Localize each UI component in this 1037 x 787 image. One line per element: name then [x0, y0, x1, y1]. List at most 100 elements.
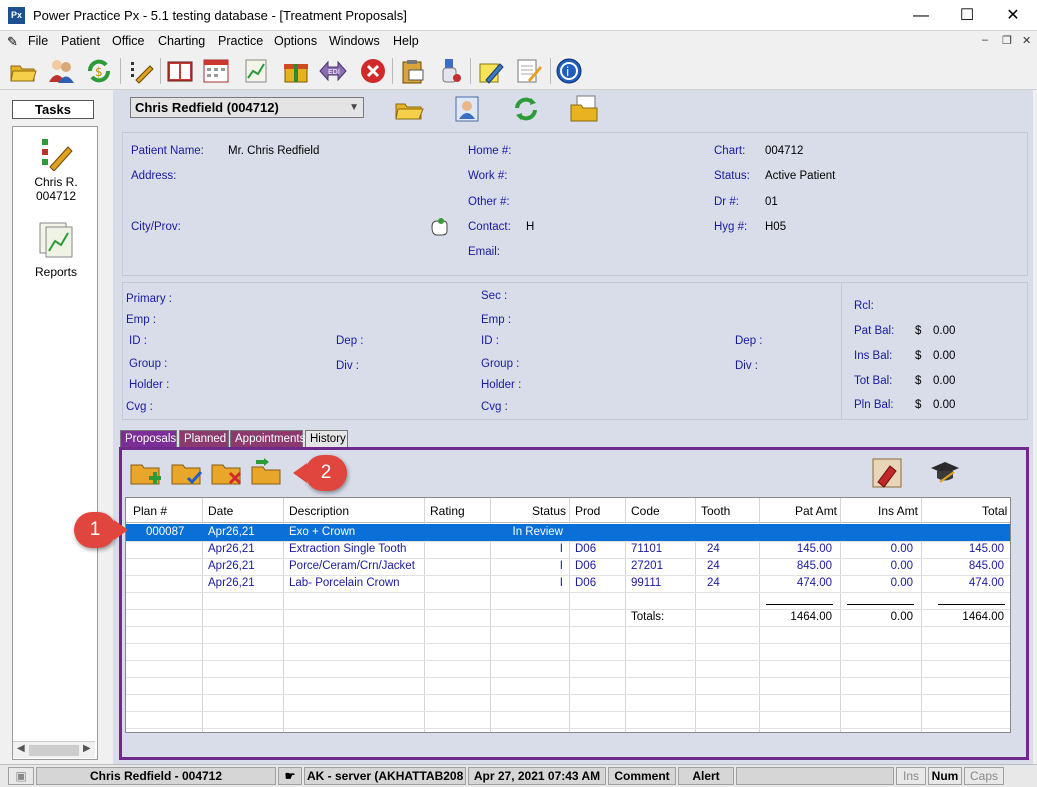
task-patient[interactable]: Chris R. 004712	[13, 135, 99, 203]
task-patient-name: Chris R.	[34, 175, 78, 189]
patient-selector[interactable]: Chris Redfield (004712) ▼	[130, 97, 364, 118]
chevron-down-icon: ▼	[349, 102, 359, 113]
mdi-restore-button[interactable]: ❐	[1002, 34, 1012, 47]
address-label: Address:	[131, 170, 177, 182]
camera-icon[interactable]: ▣	[8, 767, 34, 785]
menu-windows[interactable]: Windows	[329, 34, 380, 48]
add-proposal-folder-icon[interactable]	[129, 456, 163, 490]
col-code[interactable]: Code	[631, 504, 660, 518]
table-row[interactable]: Apr26,21 Extraction Single Tooth I D06 7…	[126, 541, 1010, 558]
open-folder-icon[interactable]	[393, 94, 425, 124]
other-phone-label: Other #:	[468, 196, 510, 208]
title-bar: Px Power Practice Px - 5.1 testing datab…	[0, 0, 1037, 31]
scroll-left-icon[interactable]: ◀	[17, 743, 25, 754]
notepad-icon[interactable]	[514, 56, 544, 86]
patients-icon[interactable]	[46, 56, 76, 86]
close-button[interactable]: ✕	[990, 0, 1036, 31]
graduation-cap-icon[interactable]	[928, 456, 962, 490]
menu-practice[interactable]: Practice	[218, 34, 263, 48]
document-pen-icon[interactable]: ✎	[7, 34, 18, 50]
tab-planned[interactable]: Planned	[179, 430, 229, 448]
sec-cvg-label: Cvg :	[481, 401, 508, 413]
table-row[interactable]: Apr26,21 Porce/Ceram/Crn/Jacket I D06 27…	[126, 558, 1010, 575]
col-date[interactable]: Date	[208, 504, 233, 518]
cell-description: Lab- Porcelain Crown	[289, 577, 400, 589]
status-alert[interactable]: Alert	[678, 767, 734, 785]
col-description[interactable]: Description	[289, 504, 349, 518]
col-tooth[interactable]: Tooth	[701, 504, 730, 518]
status-hand-icon: ☛	[278, 767, 302, 785]
edi-icon[interactable]: EDI	[318, 56, 348, 86]
patient-selector-value: Chris Redfield (004712)	[135, 100, 279, 115]
gift-box-icon[interactable]	[281, 56, 311, 86]
delete-proposal-folder-icon[interactable]	[210, 456, 244, 490]
calendar-icon[interactable]	[201, 56, 231, 86]
col-pat-amt[interactable]: Pat Amt	[795, 504, 837, 518]
scroll-thumb[interactable]	[29, 745, 79, 756]
tab-appointments[interactable]: Appointments	[230, 430, 305, 448]
status-bar: ▣ Chris Redfield - 004712 ☛ AK - server …	[0, 764, 1037, 787]
open-folder-icon[interactable]	[8, 56, 38, 86]
menu-file[interactable]: File	[28, 34, 48, 48]
tasks-scrollbar[interactable]: ◀ ▶	[13, 741, 95, 758]
menu-patient[interactable]: Patient	[61, 34, 100, 48]
menu-charting[interactable]: Charting	[158, 34, 205, 48]
cell-prod: D06	[575, 577, 597, 589]
menu-office[interactable]: Office	[112, 34, 144, 48]
refresh-icon[interactable]	[510, 94, 542, 124]
money-refresh-icon[interactable]: $	[84, 56, 114, 86]
insurance-panel: Primary : Emp : ID : Group : Holder : Cv…	[122, 282, 1028, 420]
chart-icon[interactable]	[242, 56, 272, 86]
callout-number-2: 2	[320, 462, 332, 483]
task-patient-id: 004712	[35, 189, 77, 203]
mdi-close-button[interactable]: ✕	[1022, 34, 1031, 47]
menu-options[interactable]: Options	[274, 34, 317, 48]
status-label: Status:	[714, 170, 750, 182]
notes-pen-icon[interactable]	[476, 56, 506, 86]
help-icon[interactable]: i	[554, 56, 584, 86]
edit-icon[interactable]	[126, 56, 156, 86]
col-status[interactable]: Status	[532, 504, 566, 518]
cell-plan: 000087	[146, 526, 185, 538]
mdi-minimize-button[interactable]: –	[982, 34, 988, 46]
minimize-button[interactable]: —	[898, 0, 944, 31]
approve-proposal-folder-icon[interactable]	[170, 456, 204, 490]
scroll-right-icon[interactable]: ▶	[83, 743, 91, 754]
menu-help[interactable]: Help	[393, 34, 419, 48]
city-label: City/Prov:	[131, 221, 181, 233]
status-datetime: Apr 27, 2021 07:43 AM	[468, 767, 606, 785]
contact-hand-icon[interactable]	[428, 215, 450, 240]
table-row[interactable]: 000087 Apr26,21 Exo + Crown In Review	[126, 524, 1010, 541]
sec-holder-label: Holder :	[481, 379, 522, 391]
cell-total: 474.00	[968, 577, 1004, 589]
task-reports[interactable]: Reports	[13, 217, 99, 279]
table-row[interactable]: Apr26,21 Lab- Porcelain Crown I D06 9911…	[126, 575, 1010, 592]
cell-total: 145.00	[968, 543, 1004, 555]
col-prod[interactable]: Prod	[575, 504, 600, 518]
status-comment[interactable]: Comment	[608, 767, 676, 785]
cell-total: 845.00	[968, 560, 1004, 572]
clipboard-icon[interactable]	[398, 56, 428, 86]
maximize-button[interactable]: ☐	[944, 0, 990, 31]
cell-code: 99111	[631, 577, 662, 589]
stop-icon[interactable]	[358, 56, 388, 86]
reports-icon	[39, 222, 73, 258]
col-total[interactable]: Total	[982, 504, 1007, 518]
col-rating[interactable]: Rating	[430, 504, 465, 518]
col-ins-amt[interactable]: Ins Amt	[878, 504, 918, 518]
book-icon[interactable]	[165, 56, 195, 86]
cell-status: I	[559, 577, 563, 589]
inhaler-icon[interactable]	[436, 56, 466, 86]
move-proposal-folder-icon[interactable]	[250, 456, 284, 490]
cell-prod: D06	[575, 560, 597, 572]
contact-value: H	[526, 221, 535, 233]
primary-div-label: Div :	[336, 360, 359, 372]
patient-edit-icon	[42, 139, 73, 171]
document-folder-icon[interactable]	[569, 94, 601, 124]
patient-card-icon[interactable]	[451, 94, 483, 124]
tooth-tool-icon[interactable]	[870, 456, 904, 490]
col-plan[interactable]: Plan #	[133, 504, 167, 518]
tab-history[interactable]: History	[305, 430, 348, 448]
cell-code: 27201	[631, 560, 663, 572]
dr-label: Dr #:	[714, 196, 739, 208]
